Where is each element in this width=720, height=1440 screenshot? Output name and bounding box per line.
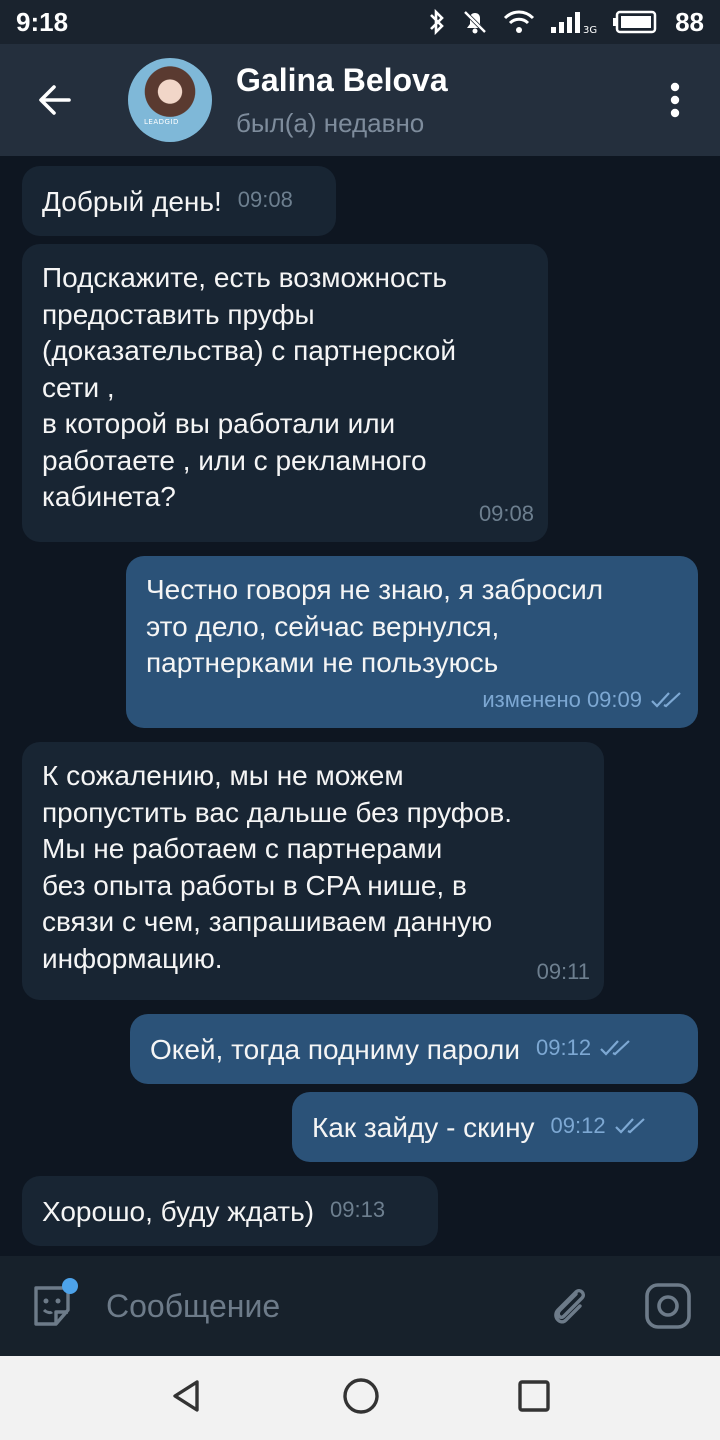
more-vertical-icon [670, 82, 680, 118]
back-button[interactable] [0, 44, 110, 156]
double-check-icon [651, 691, 681, 708]
notification-dot [62, 1278, 78, 1294]
chat-header: LEADGID Galina Belova был(а) недавно [0, 44, 720, 156]
double-check-icon [614, 1118, 645, 1134]
attach-button[interactable] [542, 1278, 598, 1334]
contact-status: был(а) недавно [236, 108, 425, 138]
status-bar: 9:18 3G 88 [0, 0, 720, 44]
message-time: 09:08 [237, 187, 293, 212]
message-outgoing[interactable]: Честно говоря не знаю, я забросил это де… [126, 556, 698, 728]
nav-back-button[interactable] [169, 1378, 205, 1419]
message-text: Как зайду - скину [312, 1112, 535, 1143]
message-text: Подскажите, есть возможность предоставит… [42, 262, 456, 512]
signal-icon: 3G [549, 9, 599, 35]
message-composer: Сообщение [0, 1256, 720, 1356]
network-type: 3G [583, 25, 597, 35]
message-text: Добрый день! [42, 186, 222, 217]
status-icons: 3G 88 [427, 7, 704, 38]
contact-info[interactable]: Galina Belova был(а) недавно [236, 60, 448, 140]
battery-icon [613, 10, 657, 34]
message-outgoing[interactable]: Как зайду - скину 09:12 [292, 1092, 698, 1162]
message-time: 09:12 [551, 1108, 648, 1147]
battery-level: 88 [675, 6, 704, 37]
circle-home-icon [343, 1377, 379, 1414]
nav-recents-button[interactable] [517, 1379, 551, 1418]
triangle-back-icon [172, 1379, 199, 1412]
camera-icon [645, 1283, 691, 1329]
double-check-icon [600, 1040, 630, 1056]
paperclip-icon [554, 1289, 585, 1324]
avatar-badge: LEADGID [144, 118, 179, 126]
status-time: 9:18 [16, 6, 69, 37]
avatar[interactable]: LEADGID [128, 58, 212, 142]
message-text: Честно говоря не знаю, я забросил это де… [146, 574, 604, 678]
sticker-button[interactable] [24, 1278, 80, 1334]
message-text: Окей, тогда подниму пароли [150, 1034, 520, 1065]
message-time: 09:13 [330, 1197, 386, 1222]
message-outgoing[interactable]: Окей, тогда подниму пароли 09:12 [130, 1014, 698, 1084]
camera-button[interactable] [640, 1278, 696, 1334]
message-time: 09:12 [536, 1030, 633, 1069]
message-text: Хорошо, буду ждать) [42, 1196, 315, 1227]
nav-home-button[interactable] [342, 1377, 380, 1420]
bluetooth-icon [427, 8, 447, 36]
wifi-icon [503, 9, 535, 35]
message-incoming[interactable]: Хорошо, буду ждать) 09:13 [22, 1176, 438, 1246]
more-options-button[interactable] [630, 44, 720, 156]
message-incoming[interactable]: К сожалению, мы не можем пропустить вас … [22, 742, 604, 1000]
arrow-left-icon [39, 85, 71, 115]
muted-bell-icon [461, 8, 489, 36]
message-list[interactable]: Добрый день! 09:08 Подскажите, есть возм… [0, 156, 720, 1256]
message-input[interactable]: Сообщение [106, 1288, 542, 1325]
message-text: К сожалению, мы не можем пропустить вас … [42, 760, 513, 974]
message-incoming[interactable]: Подскажите, есть возможность предоставит… [22, 244, 548, 542]
message-time: изменено 09:09 [482, 682, 684, 719]
system-navigation-bar [0, 1356, 720, 1440]
message-time: 09:08 [478, 500, 534, 526]
square-recents-icon [518, 1379, 551, 1412]
contact-name: Galina Belova [236, 62, 448, 98]
message-time: 09:11 [536, 958, 590, 984]
message-incoming[interactable]: Добрый день! 09:08 [22, 166, 336, 236]
